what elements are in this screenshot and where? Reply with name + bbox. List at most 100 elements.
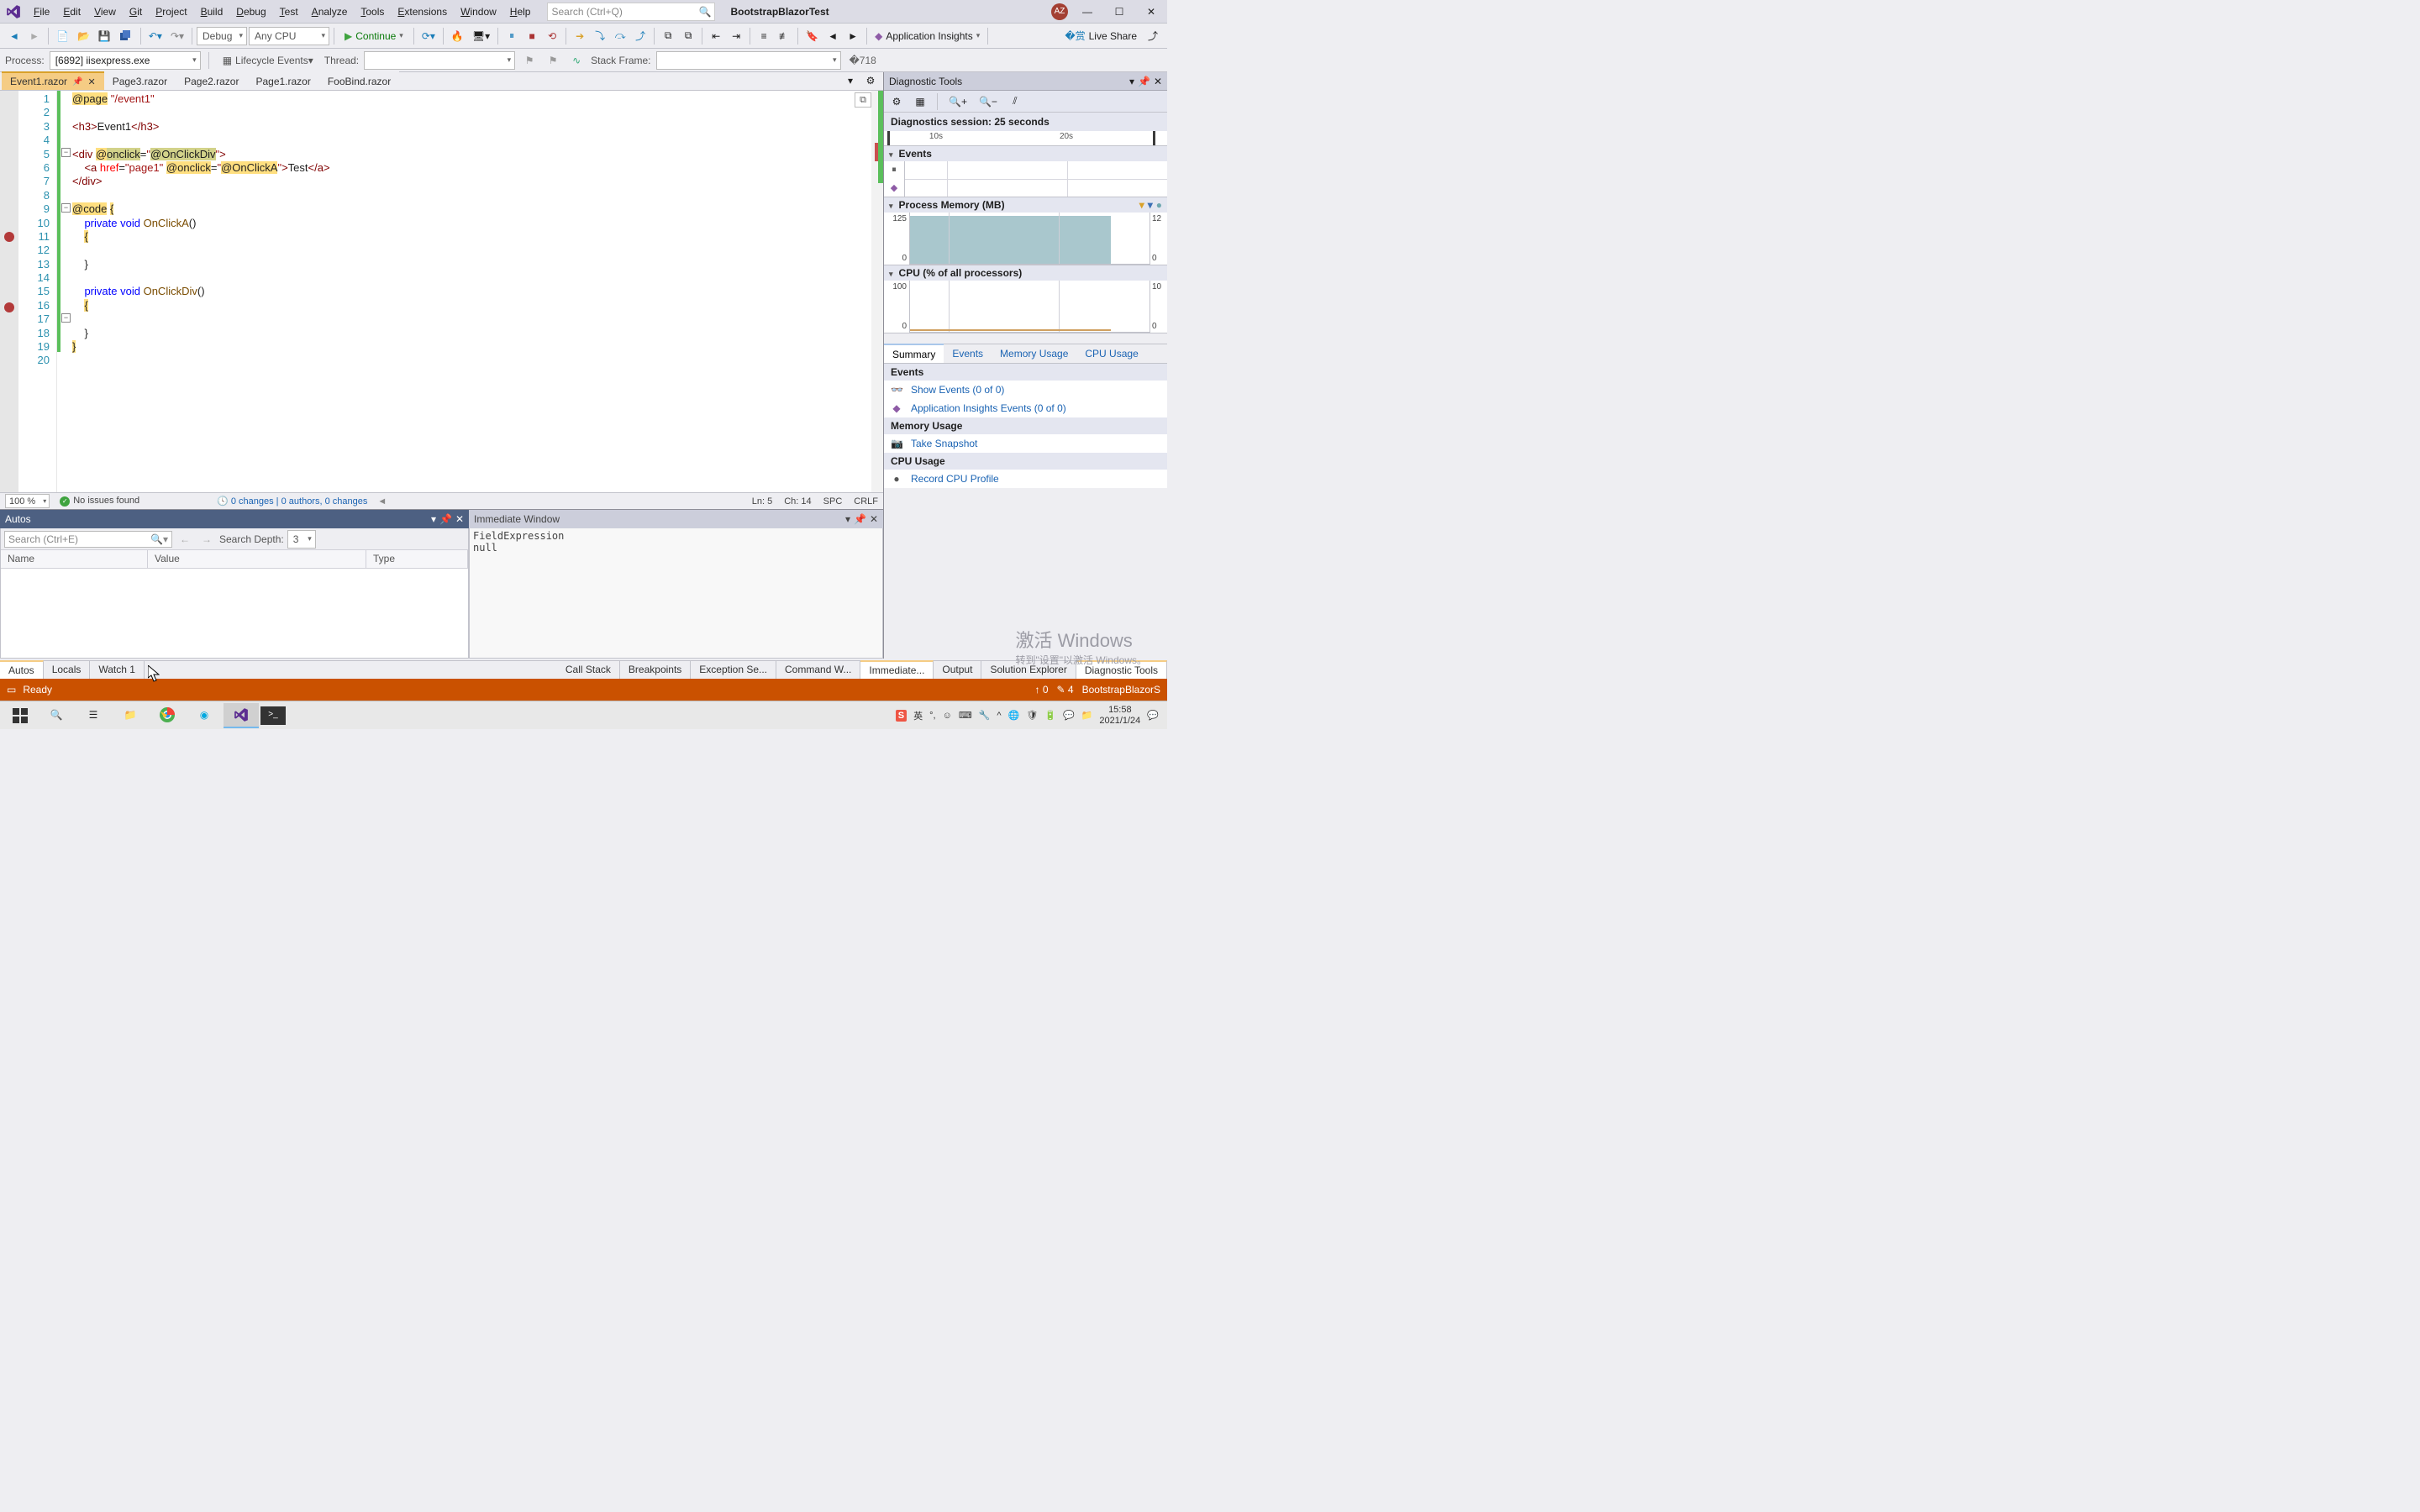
live-share-button[interactable]: �赏 Live Share <box>1060 27 1142 45</box>
events-timeline[interactable] <box>904 161 1167 197</box>
search-back-icon[interactable]: ← <box>176 530 194 549</box>
stop-button[interactable]: ■ <box>523 27 541 45</box>
new-item-button[interactable]: 📄 <box>53 27 72 45</box>
diag-select-tools-icon[interactable]: ▦ <box>911 92 929 111</box>
panel-dropdown-icon[interactable]: ▾ <box>1129 76 1134 87</box>
depth-combo[interactable]: 3 <box>287 530 316 549</box>
show-next-statement-icon[interactable]: ➔ <box>571 27 589 45</box>
line-ending-mode[interactable]: CRLF <box>854 496 878 507</box>
menu-debug[interactable]: Debug <box>229 3 272 21</box>
step-out-button[interactable]: ⤴ <box>631 27 650 45</box>
pause-button[interactable]: ⏸ <box>502 27 521 45</box>
menu-build[interactable]: Build <box>194 3 230 21</box>
quick-search-input[interactable]: Search (Ctrl+Q) 🔍 <box>547 3 715 21</box>
fold-toggle[interactable]: − <box>61 313 71 323</box>
continue-button[interactable]: ▶ Continue ▾ <box>339 27 409 45</box>
taskbar-visualstudio-icon[interactable] <box>224 703 259 728</box>
tray-sogou-icon[interactable]: S <box>896 710 907 722</box>
intellitrace-icon[interactable]: ⧉ <box>659 27 677 45</box>
bookmark-prev-icon[interactable]: ◄ <box>823 27 842 45</box>
panel-close-icon[interactable]: ✕ <box>455 513 464 525</box>
taskbar-search-icon[interactable]: 🔍 <box>39 703 74 728</box>
start-button[interactable] <box>3 703 37 728</box>
save-button[interactable]: 💾 <box>95 27 114 45</box>
tray-clock[interactable]: 15:582021/1/24 <box>1099 705 1140 727</box>
process-combo[interactable]: [6892] iisexpress.exe <box>50 51 201 70</box>
menu-extensions[interactable]: Extensions <box>391 3 454 21</box>
autos-search-input[interactable]: Search (Ctrl+E) 🔍▾ <box>4 531 172 548</box>
menu-test[interactable]: Test <box>273 3 305 21</box>
zoom-in-icon[interactable]: 🔍+ <box>945 92 971 111</box>
diag-settings-icon[interactable]: ⚙ <box>887 92 906 111</box>
tray-edge-icon[interactable]: 🌐 <box>1008 710 1020 721</box>
fold-toggle[interactable]: − <box>61 203 71 213</box>
panel-close-icon[interactable]: ✕ <box>1154 76 1162 87</box>
maximize-button[interactable]: ☐ <box>1107 3 1132 21</box>
toolbar-overflow-icon[interactable]: �718 <box>846 51 880 70</box>
suggestions-button[interactable]: ⧉ <box>855 92 871 108</box>
btab-exception[interactable]: Exception Se... <box>691 661 776 679</box>
git-pending-icon[interactable]: ✎ 4 <box>1057 684 1074 696</box>
changes-indicator[interactable]: 🕓 0 changes | 0 authors, 0 changes <box>217 496 367 507</box>
panel-close-icon[interactable]: ✕ <box>870 513 878 525</box>
col-type[interactable]: Type <box>366 550 468 568</box>
tray-security-icon[interactable]: 🛡 <box>1026 710 1038 721</box>
btab-watch1[interactable]: Watch 1 <box>90 661 145 679</box>
tab-page2[interactable]: Page2.razor <box>176 71 247 90</box>
btab-output[interactable]: Output <box>934 661 981 679</box>
tab-foobind[interactable]: FooBind.razor <box>319 71 399 90</box>
show-events-link[interactable]: 👓Show Events (0 of 0) <box>884 381 1167 399</box>
menu-view[interactable]: View <box>87 3 123 21</box>
lifecycle-events-button[interactable]: ▦Lifecycle Events ▾ <box>217 51 319 70</box>
pin-icon[interactable]: 📌 <box>72 77 82 87</box>
minimize-button[interactable]: — <box>1075 3 1100 21</box>
close-icon[interactable]: ✕ <box>88 76 96 87</box>
code-editor[interactable]: 1234567891011121314151617181920 − − − @p… <box>0 91 883 492</box>
flag-filter-icon[interactable]: ⚑ <box>520 51 539 70</box>
git-repo-label[interactable]: BootstrapBlazorS <box>1082 684 1160 696</box>
menu-help[interactable]: Help <box>503 3 538 21</box>
close-button[interactable]: ✕ <box>1139 3 1164 21</box>
col-name[interactable]: Name <box>1 550 148 568</box>
comment-icon[interactable]: ≡ <box>755 27 773 45</box>
panel-pin-icon[interactable]: 📌 <box>439 513 452 525</box>
record-cpu-link[interactable]: ●Record CPU Profile <box>884 470 1167 488</box>
tray-chevron-icon[interactable]: ^ <box>997 711 1001 721</box>
overview-ruler[interactable] <box>871 91 883 492</box>
diag-tab-cpu[interactable]: CPU Usage <box>1076 344 1146 363</box>
fold-gutter[interactable]: − − − <box>60 91 72 492</box>
bookmark-icon[interactable]: 🔖 <box>802 27 822 45</box>
diag-tab-events[interactable]: Events <box>944 344 992 363</box>
browser-link-icon[interactable]: 🖥▾ <box>469 27 493 45</box>
panel-dropdown-icon[interactable]: ▾ <box>431 513 436 525</box>
diag-title-bar[interactable]: Diagnostic Tools ▾📌✕ <box>884 72 1167 91</box>
tab-page1[interactable]: Page1.razor <box>247 71 318 90</box>
user-avatar[interactable]: AZ <box>1051 3 1068 20</box>
taskbar-explorer-icon[interactable]: 📁 <box>113 703 148 728</box>
immediate-title-bar[interactable]: Immediate Window ▾📌✕ <box>469 510 883 528</box>
browser-refresh-button[interactable]: ⟳▾ <box>418 27 439 45</box>
indent-icon[interactable]: ⇥ <box>727 27 745 45</box>
indentation-mode[interactable]: SPC <box>823 496 843 507</box>
diag-tab-memory[interactable]: Memory Usage <box>992 344 1076 363</box>
btab-solution-explorer[interactable]: Solution Explorer <box>981 661 1076 679</box>
btab-callstack[interactable]: Call Stack <box>557 661 620 679</box>
zoom-combo[interactable]: 100 % <box>5 494 50 508</box>
platform-combo[interactable]: Any CPU <box>249 27 329 45</box>
uncomment-icon[interactable]: ≢ <box>775 27 793 45</box>
menu-analyze[interactable]: Analyze <box>305 3 355 21</box>
fold-toggle[interactable]: − <box>61 148 71 157</box>
panel-pin-icon[interactable]: 📌 <box>854 513 866 525</box>
search-fwd-icon[interactable]: → <box>197 530 216 549</box>
app-insights-button[interactable]: ◆ Application Insights ▾ <box>871 27 983 45</box>
tray-wrench-icon[interactable]: 🔧 <box>979 710 991 721</box>
git-publish-icon[interactable]: ↑ 0 <box>1035 684 1049 696</box>
menu-git[interactable]: Git <box>123 3 149 21</box>
btab-diagnostic-tools[interactable]: Diagnostic Tools <box>1076 660 1167 679</box>
tray-keyboard-icon[interactable]: ⌨ <box>959 710 972 721</box>
open-button[interactable]: 📂 <box>74 27 93 45</box>
code-area[interactable]: @page "/event1"<h3>Event1</h3><div @oncl… <box>72 91 883 492</box>
taskbar-app-icon[interactable]: ◉ <box>187 703 222 728</box>
tab-dropdown-icon[interactable]: ▾ <box>841 71 860 90</box>
btab-command[interactable]: Command W... <box>776 661 860 679</box>
